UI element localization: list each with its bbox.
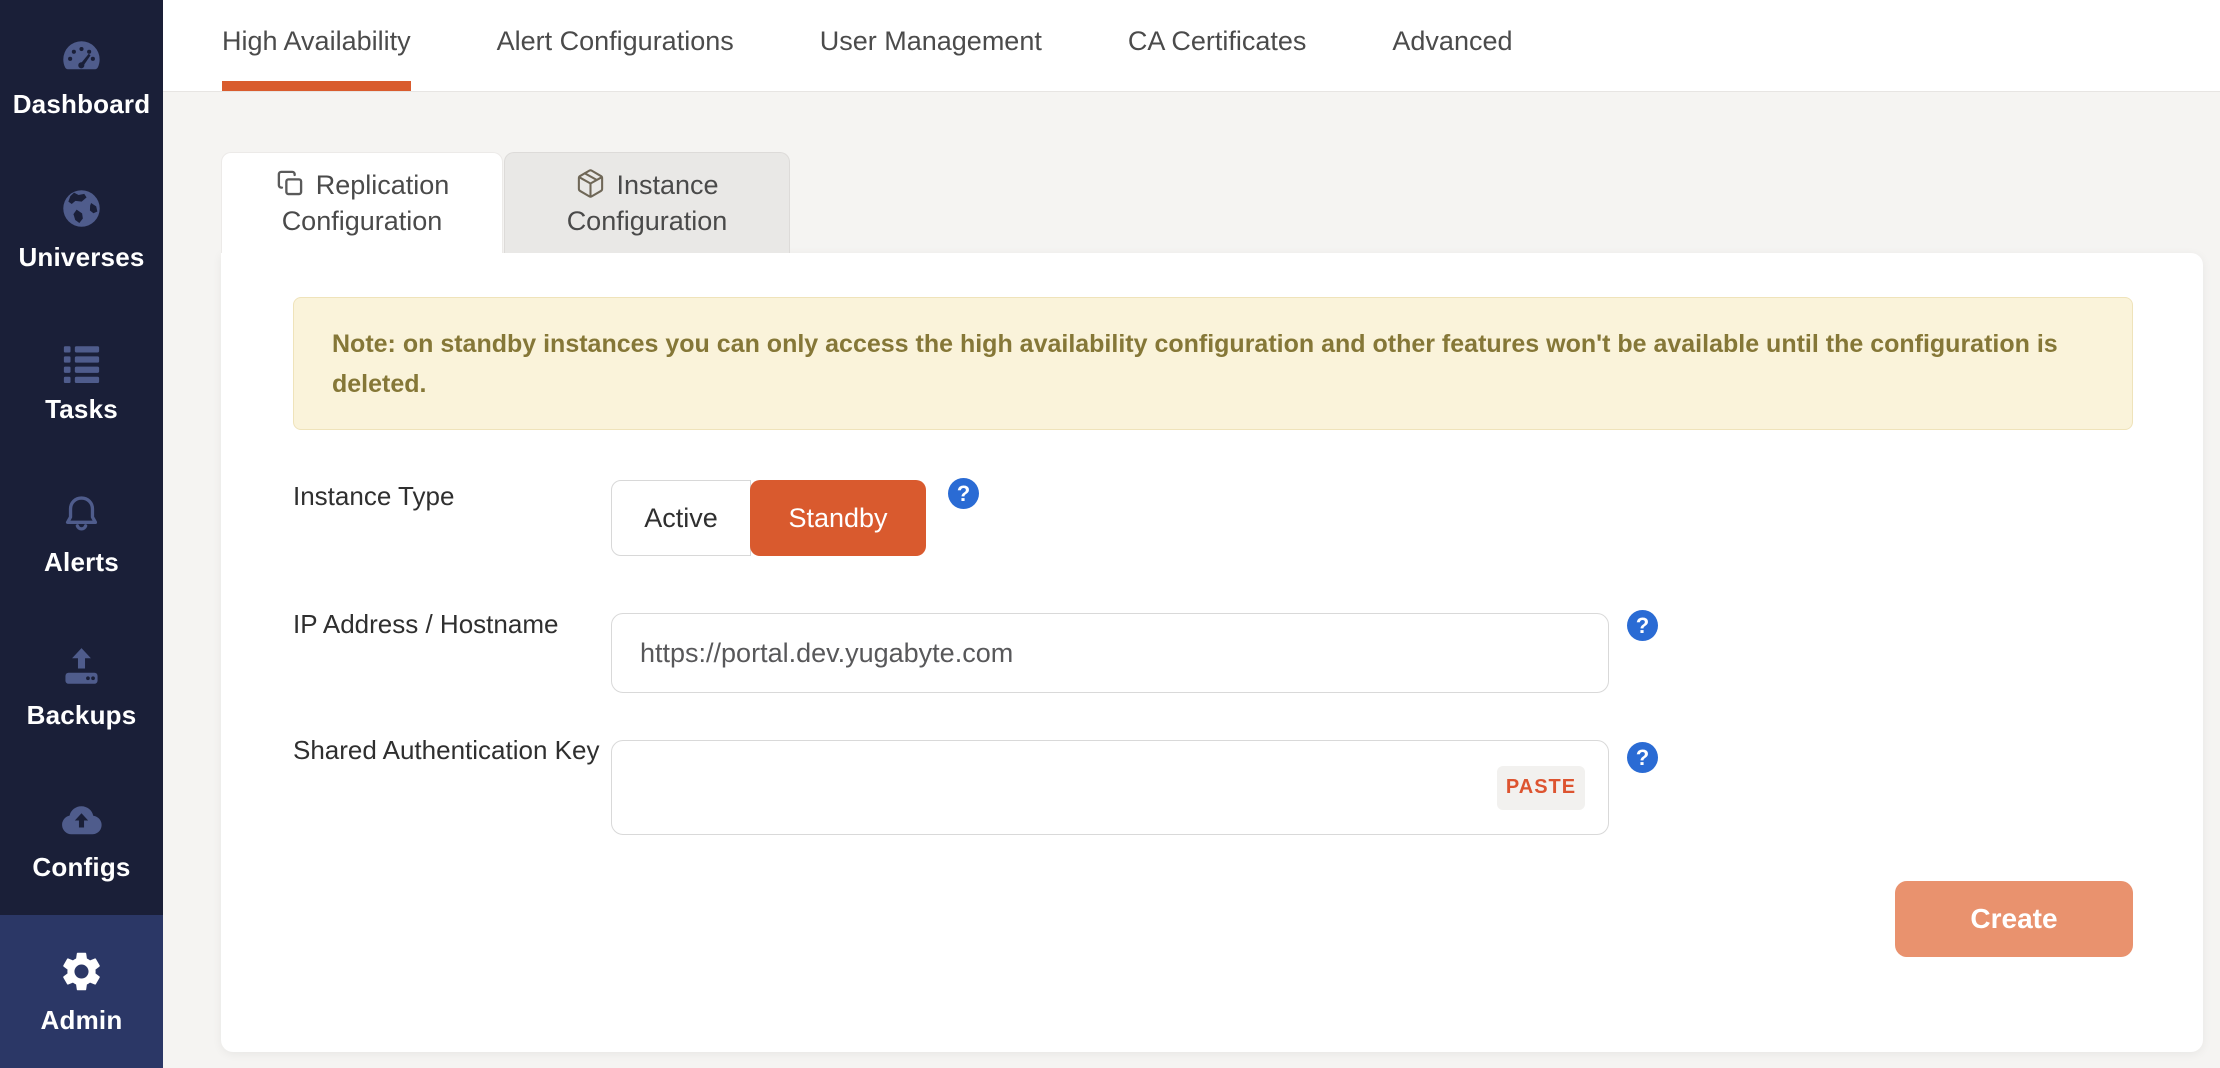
ip-address-field-wrap: [611, 613, 1609, 693]
sidebar-item-tasks[interactable]: Tasks: [0, 305, 163, 458]
sidebar-item-admin[interactable]: Admin: [0, 915, 163, 1068]
ip-address-label: IP Address / Hostname: [293, 605, 603, 644]
paste-button[interactable]: PASTE: [1497, 766, 1585, 810]
shared-key-help-icon[interactable]: ?: [1627, 742, 1658, 773]
instance-type-label: Instance Type: [293, 477, 603, 516]
cloud-upload-icon: [58, 795, 106, 843]
tab-label: CA Certificates: [1128, 26, 1307, 57]
ip-address-input[interactable]: [611, 613, 1609, 693]
create-button[interactable]: Create: [1895, 881, 2133, 957]
sidebar-item-universes[interactable]: Universes: [0, 153, 163, 306]
standby-note-banner: Note: on standby instances you can only …: [293, 297, 2133, 430]
replication-configuration-panel: Note: on standby instances you can only …: [221, 253, 2203, 1052]
subtab-bar: Replication Configuration Instance Confi…: [221, 152, 2203, 253]
sidebar-item-label: Tasks: [45, 394, 118, 425]
sidebar-item-label: Configs: [32, 852, 130, 883]
instance-type-toggle: Active Standby: [611, 480, 926, 556]
tab-label: Alert Configurations: [497, 26, 734, 57]
note-text: Note: on standby instances you can only …: [332, 330, 2058, 398]
tab-alert-configurations[interactable]: Alert Configurations: [497, 0, 734, 91]
tab-label: Advanced: [1392, 26, 1512, 57]
shared-key-input[interactable]: [611, 740, 1609, 835]
task-list-icon: [58, 337, 106, 385]
active-tab-underline: [222, 81, 411, 91]
high-availability-card: Replication Configuration Instance Confi…: [221, 152, 2203, 1052]
bell-icon: [58, 490, 106, 538]
sidebar: Dashboard Universes: [0, 0, 163, 1068]
tab-label: High Availability: [222, 26, 411, 57]
sidebar-item-alerts[interactable]: Alerts: [0, 458, 163, 611]
copy-icon: [275, 168, 306, 199]
subtab-replication-configuration[interactable]: Replication Configuration: [221, 152, 503, 253]
tab-high-availability[interactable]: High Availability: [222, 0, 411, 91]
sidebar-item-configs[interactable]: Configs: [0, 763, 163, 916]
shared-key-field-wrap: PASTE: [611, 740, 1609, 835]
tab-ca-certificates[interactable]: CA Certificates: [1128, 0, 1307, 91]
dashboard-gauge-icon: [58, 32, 106, 80]
instance-type-help-icon[interactable]: ?: [948, 478, 979, 509]
sidebar-item-label: Universes: [18, 242, 144, 273]
sidebar-item-label: Admin: [41, 1005, 123, 1036]
sidebar-item-label: Alerts: [44, 547, 119, 578]
instance-type-option-standby[interactable]: Standby: [750, 480, 926, 556]
tab-user-management[interactable]: User Management: [820, 0, 1042, 91]
subtab-instance-configuration[interactable]: Instance Configuration: [504, 152, 790, 253]
upload-drive-icon: [58, 643, 106, 691]
instance-type-option-active[interactable]: Active: [611, 480, 751, 556]
tab-label: User Management: [820, 26, 1042, 57]
tab-advanced[interactable]: Advanced: [1392, 0, 1512, 91]
sidebar-item-label: Dashboard: [13, 89, 151, 120]
sidebar-item-label: Backups: [27, 700, 137, 731]
gear-icon: [58, 948, 106, 996]
cube-icon: [575, 168, 606, 199]
shared-key-label: Shared Authentication Key: [293, 731, 603, 770]
sidebar-item-dashboard[interactable]: Dashboard: [0, 0, 163, 153]
sidebar-item-backups[interactable]: Backups: [0, 610, 163, 763]
admin-tab-bar: High Availability Alert Configurations U…: [163, 0, 2220, 92]
content-area: Replication Configuration Instance Confi…: [163, 92, 2220, 1068]
ip-address-help-icon[interactable]: ?: [1627, 610, 1658, 641]
subtab-label: Replication Configuration: [282, 170, 450, 236]
globe-icon: [58, 185, 106, 233]
